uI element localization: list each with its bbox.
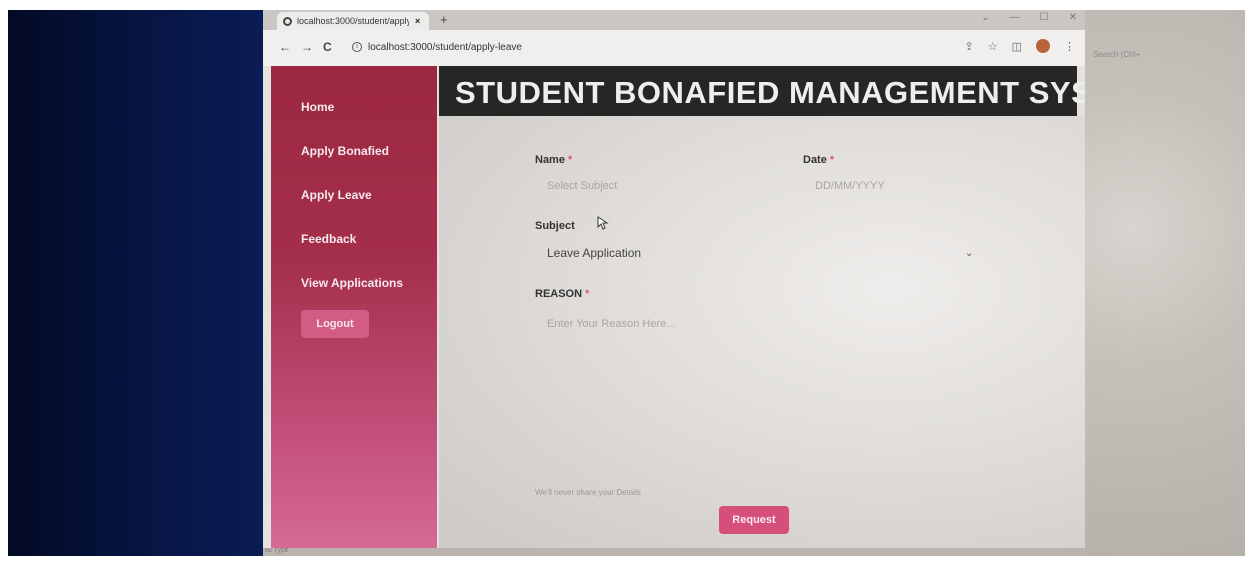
reason-placeholder: Enter Your Reason Here... (547, 318, 676, 330)
privacy-hint: We'll never share your Details (535, 488, 641, 497)
right-background-text: Search (Ctrl+ (1093, 50, 1141, 59)
profile-avatar[interactable] (1036, 39, 1050, 53)
new-tab-button[interactable]: + (440, 12, 448, 27)
reload-icon[interactable]: C (323, 40, 332, 54)
maximize-icon[interactable]: ☐ (1040, 12, 1049, 23)
sidebar-item-apply-bonafied[interactable]: Apply Bonafied (301, 144, 389, 158)
tab-strip: localhost:3000/student/apply-lea × + ⌄ —… (263, 10, 1085, 30)
name-placeholder: Select Subject (547, 180, 618, 192)
leave-form: Name * Select Subject Date * DD/MM/YYYY … (439, 116, 1085, 548)
site-info-icon[interactable]: i (352, 42, 362, 52)
reason-textarea[interactable]: Enter Your Reason Here... (535, 310, 1005, 470)
menu-dots-icon[interactable]: ⋮ (1064, 40, 1075, 53)
left-monitor-edge (8, 10, 263, 556)
sidebar-item-feedback[interactable]: Feedback (301, 232, 356, 246)
bottom-strip-text: IS Type (265, 547, 289, 554)
share-icon[interactable]: ⇪ (965, 40, 974, 53)
close-window-icon[interactable]: ✕ (1069, 12, 1077, 23)
photo-frame: Search (Ctrl+ IS Type localhost:3000/stu… (0, 0, 1253, 564)
subject-label: Subject (535, 220, 575, 232)
page-title: STUDENT BONAFIED MANAGEMENT SYSTEM (455, 75, 1085, 110)
browser-toolbar: ← → C i localhost:3000/student/apply-lea… (263, 30, 1085, 66)
bottom-strip: IS Type (263, 547, 1085, 556)
toolbar-icons: ⇪ ☆ ◫ ⋮ (965, 39, 1075, 53)
name-label: Name * (535, 154, 573, 166)
name-field[interactable]: Select Subject (535, 176, 775, 198)
minimize-icon[interactable]: — (1010, 12, 1020, 23)
subject-value: Leave Application (547, 246, 642, 260)
page-header: STUDENT BONAFIED MANAGEMENT SYSTEM (439, 66, 1085, 116)
reason-label: REASON * (535, 288, 590, 300)
logout-button[interactable]: Logout (301, 310, 369, 338)
date-field[interactable]: DD/MM/YYYY (803, 176, 1043, 198)
close-tab-icon[interactable]: × (415, 16, 420, 26)
request-button[interactable]: Request (719, 506, 789, 534)
date-placeholder: DD/MM/YYYY (815, 180, 885, 192)
tab-title: localhost:3000/student/apply-lea (297, 16, 409, 26)
app: Home Apply Bonafied Apply Leave Feedback… (263, 66, 1085, 548)
tab-search-icon[interactable]: ⌄ (981, 12, 989, 23)
subject-select[interactable]: Leave Application ⌄ (535, 242, 985, 264)
browser-tab[interactable]: localhost:3000/student/apply-lea × (277, 12, 429, 30)
browser-window: localhost:3000/student/apply-lea × + ⌄ —… (263, 10, 1085, 548)
sidebar-item-view-applications[interactable]: View Applications (301, 276, 403, 290)
window-controls: ⌄ — ☐ ✕ (981, 12, 1077, 23)
side-panel-icon[interactable]: ◫ (1012, 40, 1022, 53)
favicon-icon (283, 16, 292, 26)
chevron-down-icon: ⌄ (965, 248, 974, 259)
address-bar[interactable]: localhost:3000/student/apply-leave (368, 42, 522, 53)
bookmark-star-icon[interactable]: ☆ (988, 40, 998, 53)
sidebar: Home Apply Bonafied Apply Leave Feedback… (271, 66, 437, 548)
right-background: Search (Ctrl+ (1085, 10, 1245, 556)
date-label: Date * (803, 154, 835, 166)
sidebar-item-home[interactable]: Home (301, 100, 334, 114)
mouse-cursor-icon (597, 216, 609, 230)
sidebar-item-apply-leave[interactable]: Apply Leave (301, 188, 372, 202)
forward-arrow-icon[interactable]: → (301, 40, 313, 54)
back-arrow-icon[interactable]: ← (279, 40, 291, 54)
